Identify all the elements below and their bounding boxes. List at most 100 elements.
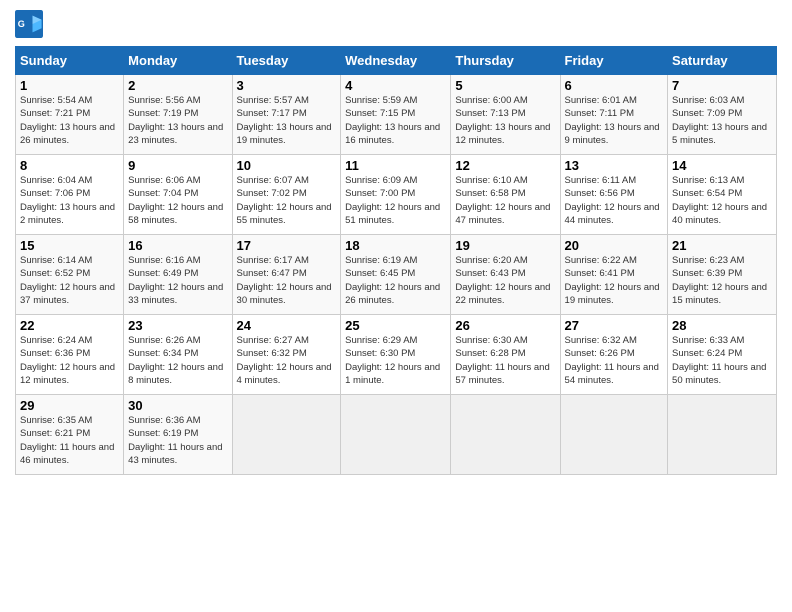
- calendar-cell: 30Sunrise: 6:36 AMSunset: 6:19 PMDayligh…: [124, 395, 232, 475]
- day-number: 23: [128, 318, 227, 333]
- calendar-cell: 6Sunrise: 6:01 AMSunset: 7:11 PMDaylight…: [560, 75, 668, 155]
- calendar-cell: [560, 395, 668, 475]
- calendar-cell: 20Sunrise: 6:22 AMSunset: 6:41 PMDayligh…: [560, 235, 668, 315]
- day-info: Sunrise: 6:03 AMSunset: 7:09 PMDaylight:…: [672, 94, 772, 147]
- calendar-cell: 10Sunrise: 6:07 AMSunset: 7:02 PMDayligh…: [232, 155, 341, 235]
- day-info: Sunrise: 5:57 AMSunset: 7:17 PMDaylight:…: [237, 94, 337, 147]
- calendar-cell: [668, 395, 777, 475]
- calendar-table: SundayMondayTuesdayWednesdayThursdayFrid…: [15, 46, 777, 475]
- day-info: Sunrise: 6:06 AMSunset: 7:04 PMDaylight:…: [128, 174, 227, 227]
- day-number: 22: [20, 318, 119, 333]
- day-info: Sunrise: 6:01 AMSunset: 7:11 PMDaylight:…: [565, 94, 664, 147]
- svg-text:G: G: [18, 19, 25, 29]
- calendar-cell: 14Sunrise: 6:13 AMSunset: 6:54 PMDayligh…: [668, 155, 777, 235]
- day-number: 28: [672, 318, 772, 333]
- day-number: 11: [345, 158, 446, 173]
- day-info: Sunrise: 6:22 AMSunset: 6:41 PMDaylight:…: [565, 254, 664, 307]
- day-number: 21: [672, 238, 772, 253]
- calendar-cell: 1Sunrise: 5:54 AMSunset: 7:21 PMDaylight…: [16, 75, 124, 155]
- calendar-cell: 26Sunrise: 6:30 AMSunset: 6:28 PMDayligh…: [451, 315, 560, 395]
- day-number: 30: [128, 398, 227, 413]
- header-row: SundayMondayTuesdayWednesdayThursdayFrid…: [16, 47, 777, 75]
- day-info: Sunrise: 6:24 AMSunset: 6:36 PMDaylight:…: [20, 334, 119, 387]
- calendar-cell: 22Sunrise: 6:24 AMSunset: 6:36 PMDayligh…: [16, 315, 124, 395]
- calendar-cell: [232, 395, 341, 475]
- day-info: Sunrise: 6:29 AMSunset: 6:30 PMDaylight:…: [345, 334, 446, 387]
- calendar-cell: 28Sunrise: 6:33 AMSunset: 6:24 PMDayligh…: [668, 315, 777, 395]
- logo-icon: G: [15, 10, 43, 38]
- day-number: 14: [672, 158, 772, 173]
- col-header-friday: Friday: [560, 47, 668, 75]
- calendar-cell: 8Sunrise: 6:04 AMSunset: 7:06 PMDaylight…: [16, 155, 124, 235]
- day-number: 2: [128, 78, 227, 93]
- day-info: Sunrise: 6:17 AMSunset: 6:47 PMDaylight:…: [237, 254, 337, 307]
- calendar-cell: 13Sunrise: 6:11 AMSunset: 6:56 PMDayligh…: [560, 155, 668, 235]
- day-info: Sunrise: 6:14 AMSunset: 6:52 PMDaylight:…: [20, 254, 119, 307]
- calendar-cell: 7Sunrise: 6:03 AMSunset: 7:09 PMDaylight…: [668, 75, 777, 155]
- day-number: 26: [455, 318, 555, 333]
- day-number: 27: [565, 318, 664, 333]
- calendar-cell: 4Sunrise: 5:59 AMSunset: 7:15 PMDaylight…: [341, 75, 451, 155]
- day-info: Sunrise: 6:04 AMSunset: 7:06 PMDaylight:…: [20, 174, 119, 227]
- day-number: 15: [20, 238, 119, 253]
- calendar-cell: 9Sunrise: 6:06 AMSunset: 7:04 PMDaylight…: [124, 155, 232, 235]
- col-header-thursday: Thursday: [451, 47, 560, 75]
- day-info: Sunrise: 6:23 AMSunset: 6:39 PMDaylight:…: [672, 254, 772, 307]
- week-row-2: 8Sunrise: 6:04 AMSunset: 7:06 PMDaylight…: [16, 155, 777, 235]
- day-number: 6: [565, 78, 664, 93]
- week-row-4: 22Sunrise: 6:24 AMSunset: 6:36 PMDayligh…: [16, 315, 777, 395]
- calendar-cell: [451, 395, 560, 475]
- calendar-cell: 16Sunrise: 6:16 AMSunset: 6:49 PMDayligh…: [124, 235, 232, 315]
- calendar-cell: 11Sunrise: 6:09 AMSunset: 7:00 PMDayligh…: [341, 155, 451, 235]
- day-info: Sunrise: 6:19 AMSunset: 6:45 PMDaylight:…: [345, 254, 446, 307]
- day-info: Sunrise: 6:35 AMSunset: 6:21 PMDaylight:…: [20, 414, 119, 467]
- day-info: Sunrise: 6:30 AMSunset: 6:28 PMDaylight:…: [455, 334, 555, 387]
- calendar-cell: 27Sunrise: 6:32 AMSunset: 6:26 PMDayligh…: [560, 315, 668, 395]
- day-info: Sunrise: 6:32 AMSunset: 6:26 PMDaylight:…: [565, 334, 664, 387]
- calendar-cell: 18Sunrise: 6:19 AMSunset: 6:45 PMDayligh…: [341, 235, 451, 315]
- day-info: Sunrise: 6:00 AMSunset: 7:13 PMDaylight:…: [455, 94, 555, 147]
- day-number: 19: [455, 238, 555, 253]
- col-header-wednesday: Wednesday: [341, 47, 451, 75]
- day-info: Sunrise: 6:20 AMSunset: 6:43 PMDaylight:…: [455, 254, 555, 307]
- calendar-cell: 25Sunrise: 6:29 AMSunset: 6:30 PMDayligh…: [341, 315, 451, 395]
- day-info: Sunrise: 6:09 AMSunset: 7:00 PMDaylight:…: [345, 174, 446, 227]
- calendar-cell: 3Sunrise: 5:57 AMSunset: 7:17 PMDaylight…: [232, 75, 341, 155]
- day-info: Sunrise: 6:16 AMSunset: 6:49 PMDaylight:…: [128, 254, 227, 307]
- week-row-1: 1Sunrise: 5:54 AMSunset: 7:21 PMDaylight…: [16, 75, 777, 155]
- day-number: 1: [20, 78, 119, 93]
- day-number: 4: [345, 78, 446, 93]
- day-info: Sunrise: 6:36 AMSunset: 6:19 PMDaylight:…: [128, 414, 227, 467]
- day-number: 12: [455, 158, 555, 173]
- day-info: Sunrise: 5:56 AMSunset: 7:19 PMDaylight:…: [128, 94, 227, 147]
- day-number: 18: [345, 238, 446, 253]
- calendar-cell: 17Sunrise: 6:17 AMSunset: 6:47 PMDayligh…: [232, 235, 341, 315]
- main-container: G SundayMondayTuesdayWednesdayThursdayFr…: [0, 0, 792, 485]
- day-info: Sunrise: 5:54 AMSunset: 7:21 PMDaylight:…: [20, 94, 119, 147]
- calendar-cell: 29Sunrise: 6:35 AMSunset: 6:21 PMDayligh…: [16, 395, 124, 475]
- calendar-cell: 24Sunrise: 6:27 AMSunset: 6:32 PMDayligh…: [232, 315, 341, 395]
- day-number: 9: [128, 158, 227, 173]
- col-header-saturday: Saturday: [668, 47, 777, 75]
- day-number: 13: [565, 158, 664, 173]
- day-number: 17: [237, 238, 337, 253]
- day-info: Sunrise: 6:27 AMSunset: 6:32 PMDaylight:…: [237, 334, 337, 387]
- day-number: 7: [672, 78, 772, 93]
- calendar-cell: 12Sunrise: 6:10 AMSunset: 6:58 PMDayligh…: [451, 155, 560, 235]
- calendar-cell: 5Sunrise: 6:00 AMSunset: 7:13 PMDaylight…: [451, 75, 560, 155]
- day-info: Sunrise: 6:11 AMSunset: 6:56 PMDaylight:…: [565, 174, 664, 227]
- week-row-3: 15Sunrise: 6:14 AMSunset: 6:52 PMDayligh…: [16, 235, 777, 315]
- day-number: 3: [237, 78, 337, 93]
- day-info: Sunrise: 6:07 AMSunset: 7:02 PMDaylight:…: [237, 174, 337, 227]
- calendar-cell: 15Sunrise: 6:14 AMSunset: 6:52 PMDayligh…: [16, 235, 124, 315]
- day-number: 25: [345, 318, 446, 333]
- header: G: [15, 10, 777, 38]
- week-row-5: 29Sunrise: 6:35 AMSunset: 6:21 PMDayligh…: [16, 395, 777, 475]
- day-info: Sunrise: 6:26 AMSunset: 6:34 PMDaylight:…: [128, 334, 227, 387]
- day-info: Sunrise: 6:10 AMSunset: 6:58 PMDaylight:…: [455, 174, 555, 227]
- day-info: Sunrise: 5:59 AMSunset: 7:15 PMDaylight:…: [345, 94, 446, 147]
- col-header-monday: Monday: [124, 47, 232, 75]
- calendar-cell: 2Sunrise: 5:56 AMSunset: 7:19 PMDaylight…: [124, 75, 232, 155]
- calendar-cell: 19Sunrise: 6:20 AMSunset: 6:43 PMDayligh…: [451, 235, 560, 315]
- day-number: 8: [20, 158, 119, 173]
